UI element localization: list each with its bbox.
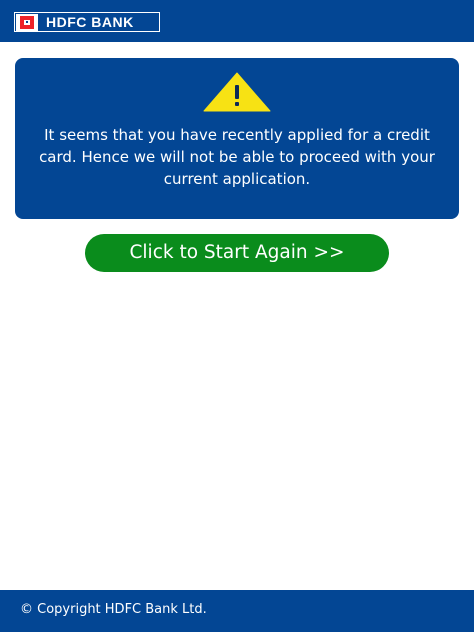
- hdfc-bank-logo-icon: [16, 13, 38, 31]
- alert-message: It seems that you have recently applied …: [39, 126, 435, 188]
- page: HDFC BANK It seems that you have recentl…: [0, 0, 474, 632]
- copyright-text: © Copyright HDFC Bank Ltd.: [20, 602, 207, 617]
- start-again-button[interactable]: Click to Start Again >>: [85, 234, 389, 272]
- brand-name: HDFC BANK: [46, 13, 134, 30]
- top-header-bar: HDFC BANK: [0, 0, 474, 42]
- footer: © Copyright HDFC Bank Ltd.: [0, 590, 474, 632]
- warning-icon: [203, 72, 271, 112]
- hdfc-bank-logo[interactable]: HDFC BANK: [14, 12, 160, 32]
